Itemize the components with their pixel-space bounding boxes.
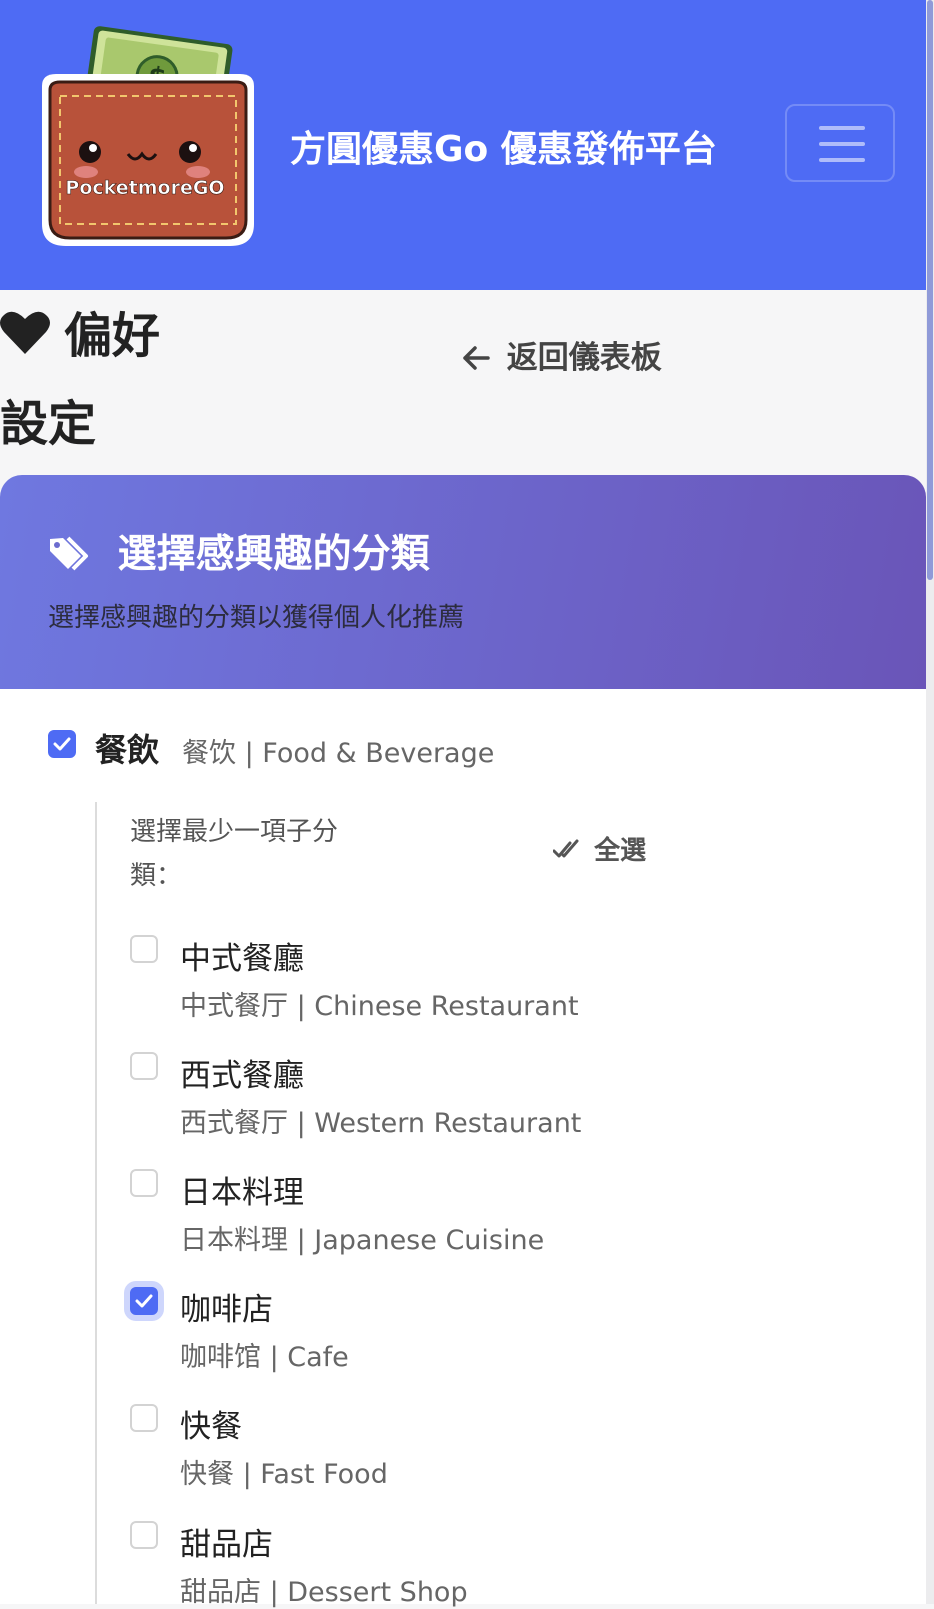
subcategory-name[interactable]: 甜品店 (180, 1519, 273, 1564)
double-check-icon (552, 836, 594, 866)
subcategory-desc: 日本料理 | Japanese Cuisine (180, 1225, 545, 1256)
subcategory-checkbox[interactable] (130, 1287, 158, 1315)
menu-toggle-button[interactable] (785, 104, 895, 182)
back-link-label: 返回儀表板 (506, 340, 662, 376)
back-to-dashboard-link[interactable]: 返回儀表板 (462, 332, 662, 377)
page-scrollbar[interactable] (926, 0, 934, 1604)
arrow-left-icon (462, 340, 507, 376)
subcategory-name[interactable]: 快餐 (180, 1401, 242, 1446)
scrollbar-thumb[interactable] (927, 0, 933, 580)
card-header: 選擇感興趣的分類 選擇感興趣的分類以獲得個人化推薦 (0, 475, 926, 689)
category-checkbox-food[interactable] (48, 730, 76, 758)
page-title: 偏好 設定 (0, 292, 200, 468)
category-desc: 餐饮 | Food & Beverage (182, 738, 495, 769)
heart-icon (0, 294, 50, 354)
navbar: $ PocketmoreGO 方圓優惠Go 優惠發佈平台 (0, 0, 934, 290)
subcategory-desc: 咖啡馆 | Cafe (180, 1342, 349, 1373)
select-all-label: 全選 (594, 836, 647, 866)
card-subtitle: 選擇感興趣的分類以獲得個人化推薦 (48, 603, 465, 633)
subcategory-name[interactable]: 西式餐廳 (180, 1050, 304, 1095)
subcategory-desc: 中式餐厅 | Chinese Restaurant (180, 991, 579, 1022)
pocketmore-logo[interactable]: $ PocketmoreGO (32, 24, 264, 254)
subcategory-desc: 快餐 | Fast Food (180, 1459, 388, 1490)
subcategory-hint: 選擇最少一項子分類： (130, 817, 339, 891)
subcategory-checkbox[interactable] (130, 1169, 158, 1197)
select-all-button[interactable]: 全選 (552, 830, 647, 867)
card-title-text: 選擇感興趣的分類 (117, 532, 430, 577)
card-title: 選擇感興趣的分類 (48, 523, 430, 579)
brand-title[interactable]: 方圓優惠Go 優惠發佈平台 (290, 120, 717, 172)
subcategory-checkbox[interactable] (130, 1052, 158, 1080)
subcategory-desc: 甜品店 | Dessert Shop (180, 1577, 468, 1608)
subcategory-name[interactable]: 咖啡店 (180, 1284, 273, 1329)
subcategory-checkbox[interactable] (130, 1404, 158, 1432)
subcategory-name[interactable]: 中式餐廳 (180, 933, 304, 978)
category-name[interactable]: 餐飲 (95, 725, 159, 771)
subcategory-name[interactable]: 日本料理 (180, 1167, 304, 1212)
subcategory-desc: 西式餐厅 | Western Restaurant (180, 1108, 582, 1139)
subcategory-checkbox[interactable] (130, 935, 158, 963)
logo-wordmark: PocketmoreGO (65, 177, 224, 199)
page-title-line2: 設定 (0, 396, 97, 452)
category-card: 選擇感興趣的分類 選擇感興趣的分類以獲得個人化推薦 (0, 475, 926, 1604)
page-title-line1: 偏好 (64, 308, 161, 364)
subcategory-checkbox[interactable] (130, 1521, 158, 1549)
tags-icon (48, 532, 118, 577)
subcategory-indent-line (95, 802, 97, 1604)
